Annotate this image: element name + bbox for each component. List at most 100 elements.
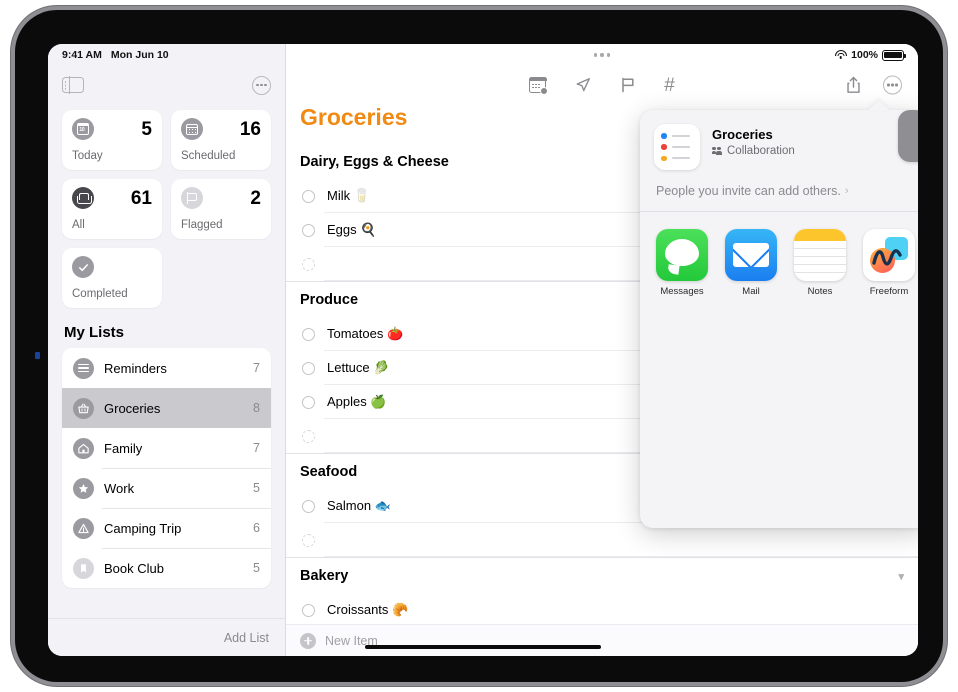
flag-icon[interactable]: [620, 76, 636, 94]
smart-lists-grid: 10 5 Today 16 Scheduled 61 All 2 Flagged…: [48, 104, 285, 308]
smart-list-count: 2: [250, 187, 261, 209]
section-title: Seafood: [300, 464, 358, 480]
sidebar-item-reminders[interactable]: Reminders 7: [62, 348, 271, 388]
smart-list-count: 61: [130, 187, 152, 209]
complete-circle-icon[interactable]: [302, 603, 315, 617]
section-title: Bakery: [300, 568, 349, 584]
complete-circle-icon[interactable]: [302, 257, 315, 271]
location-arrow-icon[interactable]: [574, 76, 592, 94]
messages-app-icon: [656, 229, 708, 281]
notes-app-icon: [794, 229, 846, 281]
calendar-clock-icon[interactable]: [528, 77, 549, 95]
sidebar: 10 5 Today 16 Scheduled 61 All 2 Flagged…: [48, 44, 286, 656]
smart-list-today[interactable]: 10 5 Today: [62, 110, 162, 170]
tent-icon: [73, 517, 94, 539]
complete-circle-icon[interactable]: [302, 395, 315, 409]
reminder-text: Lettuce 🥬: [327, 360, 390, 375]
checkmark-circle-icon: [72, 256, 94, 278]
my-lists-group: Reminders 7 Groceries 8 Family 7 Work 5 …: [62, 348, 271, 588]
sidebar-item-camping-trip[interactable]: Camping Trip 6: [62, 508, 271, 548]
chevron-down-icon[interactable]: ▾: [898, 570, 904, 583]
share-target-notes[interactable]: Notes: [794, 229, 846, 298]
home-indicator[interactable]: [365, 644, 601, 649]
smart-list-label: Today: [72, 150, 103, 162]
section-header: Bakery ▾: [286, 558, 918, 593]
device-bezel: 9:41 AM Mon Jun 10 100% 10 5 Today 16 Sc…: [15, 10, 943, 682]
more-ellipsis-icon[interactable]: [252, 75, 271, 95]
smart-list-scheduled[interactable]: 16 Scheduled: [171, 110, 271, 170]
list-count: 8: [253, 401, 260, 415]
calendar-today-icon: 10: [72, 118, 94, 140]
share-target-label: Freeform: [869, 286, 909, 297]
share-icon[interactable]: [845, 76, 862, 95]
basket-icon: [73, 397, 94, 419]
smart-list-completed[interactable]: Completed: [62, 248, 162, 308]
ipad-device-frame: 9:41 AM Mon Jun 10 100% 10 5 Today 16 Sc…: [11, 6, 947, 686]
more-ellipsis-icon[interactable]: [883, 75, 902, 95]
smart-list-label: All: [72, 219, 85, 231]
list-label: Work: [104, 480, 135, 496]
smart-list-all[interactable]: 61 All: [62, 179, 162, 239]
list-label: Reminders: [104, 360, 167, 376]
share-sheet-popover: Groceries Collaboration People you invit…: [640, 110, 918, 528]
sidebar-toolbar: [48, 66, 285, 104]
sidebar-item-work[interactable]: Work 5: [62, 468, 271, 508]
reminders-list-thumbnail: [654, 124, 700, 170]
list-bullets-icon: [73, 357, 94, 379]
invite-permissions-label: People you invite can add others.: [656, 184, 841, 198]
share-target-freeform[interactable]: Freeform: [863, 229, 915, 298]
battery-percent-label: 100%: [851, 49, 878, 61]
house-icon: [73, 437, 94, 459]
share-target-messages[interactable]: Messages: [656, 229, 708, 298]
hashtag-icon[interactable]: #: [664, 76, 675, 95]
add-list-button[interactable]: Add List: [224, 631, 269, 645]
share-target-label: Notes: [807, 286, 833, 297]
flag-icon: [181, 187, 203, 209]
complete-circle-icon[interactable]: [302, 223, 315, 237]
sidebar-toggle-icon[interactable]: [62, 76, 84, 94]
complete-circle-icon[interactable]: [302, 499, 315, 513]
battery-full-icon: [882, 49, 907, 61]
smart-list-flagged[interactable]: 2 Flagged: [171, 179, 271, 239]
smart-list-label: Flagged: [181, 219, 223, 231]
invite-permissions-row[interactable]: People you invite can add others. ›: [640, 170, 918, 212]
section-title: Produce: [300, 292, 359, 308]
complete-circle-icon[interactable]: [302, 361, 315, 375]
complete-circle-icon[interactable]: [302, 533, 315, 547]
list-label: Book Club: [104, 560, 164, 576]
list-count: 7: [253, 361, 260, 375]
complete-circle-icon[interactable]: [302, 429, 315, 443]
new-item-bar[interactable]: New Item: [286, 624, 918, 656]
reminder-item[interactable]: Croissants 🥐: [286, 593, 918, 624]
share-subtitle-row: Collaboration: [711, 145, 795, 157]
sidebar-item-family[interactable]: Family 7: [62, 428, 271, 468]
calendar-grid-icon: [181, 118, 203, 140]
popover-arrow: [868, 100, 890, 111]
ipad-screen: 9:41 AM Mon Jun 10 100% 10 5 Today 16 Sc…: [48, 44, 918, 656]
chevron-right-icon: ›: [844, 185, 849, 197]
reminder-text: Milk 🥛: [327, 188, 370, 203]
smart-list-label: Scheduled: [181, 150, 236, 162]
share-app-row[interactable]: Messages Mail Notes Freeform: [640, 110, 918, 298]
share-header: Groceries Collaboration: [640, 110, 918, 170]
complete-circle-icon[interactable]: [302, 189, 315, 203]
plus-circle-icon[interactable]: [300, 632, 316, 649]
share-target-label: Mail: [742, 286, 760, 297]
list-count: 5: [253, 481, 260, 495]
sidebar-item-groceries[interactable]: Groceries 8: [62, 388, 271, 428]
people-icon: [711, 146, 723, 156]
mail-app-icon: [725, 229, 777, 281]
content-toolbar: #: [286, 66, 918, 104]
list-label: Family: [104, 440, 143, 456]
section-title: Dairy, Eggs & Cheese: [300, 154, 449, 170]
sidebar-item-book-club[interactable]: Book Club 5: [62, 548, 271, 588]
complete-circle-icon[interactable]: [302, 327, 315, 341]
status-time: 9:41 AM: [62, 49, 102, 61]
star-icon: [73, 477, 94, 499]
wifi-icon: [834, 50, 847, 60]
reminder-text: Croissants 🥐: [327, 602, 409, 617]
share-target-mail[interactable]: Mail: [725, 229, 777, 298]
reminder-item-empty[interactable]: [286, 523, 918, 557]
smart-list-count: 5: [141, 118, 152, 140]
list-label: Camping Trip: [104, 520, 182, 536]
